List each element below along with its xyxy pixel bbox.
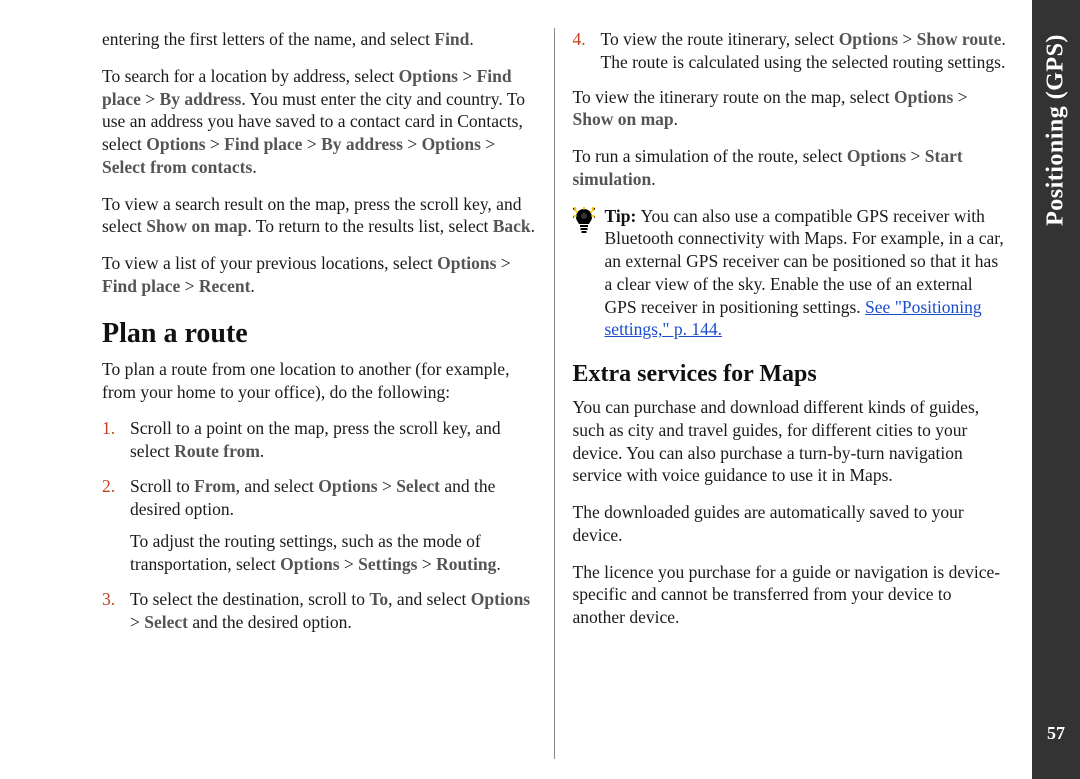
ui-label-find-place: Find place	[102, 276, 180, 296]
body-text: To view a search result on the map, pres…	[102, 193, 536, 239]
ui-label-options: Options	[894, 87, 953, 107]
heading-extra-services: Extra services for Maps	[573, 359, 1007, 390]
step-number: 2.	[102, 475, 115, 498]
step-2: 2. Scroll to From, and select Options > …	[102, 475, 536, 576]
step-3: 3. To select the destination, scroll to …	[102, 588, 536, 634]
step-number: 3.	[102, 588, 115, 611]
content-area: entering the first letters of the name, …	[0, 0, 1032, 779]
ui-label-select-from-contacts: Select from contacts	[102, 157, 252, 177]
ui-label-options: Options	[399, 66, 458, 86]
ui-label-routing: Routing	[436, 554, 496, 574]
step-4: 4. To view the route itinerary, select O…	[573, 28, 1007, 74]
ui-label-options: Options	[839, 29, 898, 49]
body-text: The licence you purchase for a guide or …	[573, 561, 1007, 629]
ui-label-select: Select	[144, 612, 188, 632]
left-column: entering the first letters of the name, …	[90, 28, 555, 759]
ui-label-show-on-map: Show on map	[146, 216, 247, 236]
body-text: To search for a location by address, sel…	[102, 65, 536, 179]
chapter-tab-label: Positioning (GPS)	[1043, 34, 1070, 226]
ui-label-find: Find	[434, 29, 469, 49]
tip-block: Tip: You can also use a compatible GPS r…	[573, 205, 1007, 342]
ui-label-by-address: By address	[321, 134, 403, 154]
ui-label-select: Select	[396, 476, 440, 496]
body-text: To view a list of your previous location…	[102, 252, 536, 298]
ui-label-back: Back	[493, 216, 531, 236]
steps-list-continued: 4. To view the route itinerary, select O…	[573, 28, 1007, 74]
step-number: 1.	[102, 417, 115, 440]
ui-label-by-address: By address	[160, 89, 242, 109]
ui-label-route-from: Route from	[174, 441, 260, 461]
lightbulb-icon	[573, 207, 595, 235]
ui-label-to: To	[369, 589, 388, 609]
ui-label-options: Options	[318, 476, 377, 496]
ui-label-from: From	[194, 476, 235, 496]
right-column: 4. To view the route itinerary, select O…	[555, 28, 1013, 759]
ui-label-settings: Settings	[358, 554, 417, 574]
tip-text: Tip: You can also use a compatible GPS r…	[605, 205, 1007, 342]
step-number: 4.	[573, 28, 586, 51]
ui-label-options: Options	[280, 554, 339, 574]
ui-label-options: Options	[847, 146, 906, 166]
ui-label-options: Options	[471, 589, 530, 609]
steps-list: 1. Scroll to a point on the map, press t…	[102, 417, 536, 633]
body-text: entering the first letters of the name, …	[102, 28, 536, 51]
ui-label-recent: Recent	[199, 276, 251, 296]
step-subtext: To adjust the routing settings, such as …	[130, 530, 536, 576]
ui-label-show-on-map: Show on map	[573, 109, 674, 129]
chapter-tab: Positioning (GPS) 57	[1032, 0, 1080, 779]
page-number: 57	[1032, 723, 1080, 744]
ui-label-options: Options	[146, 134, 205, 154]
tip-label: Tip:	[605, 206, 641, 226]
ui-label-show-route: Show route	[917, 29, 1002, 49]
body-text: To run a simulation of the route, select…	[573, 145, 1007, 191]
body-text: To plan a route from one location to ano…	[102, 358, 536, 404]
heading-plan-a-route: Plan a route	[102, 316, 536, 352]
ui-label-options: Options	[422, 134, 481, 154]
body-text: You can purchase and download different …	[573, 396, 1007, 487]
ui-label-options: Options	[437, 253, 496, 273]
step-1: 1. Scroll to a point on the map, press t…	[102, 417, 536, 463]
body-text: The downloaded guides are automatically …	[573, 501, 1007, 547]
body-text: To view the itinerary route on the map, …	[573, 86, 1007, 132]
manual-page: entering the first letters of the name, …	[0, 0, 1080, 779]
ui-label-find-place: Find place	[224, 134, 302, 154]
